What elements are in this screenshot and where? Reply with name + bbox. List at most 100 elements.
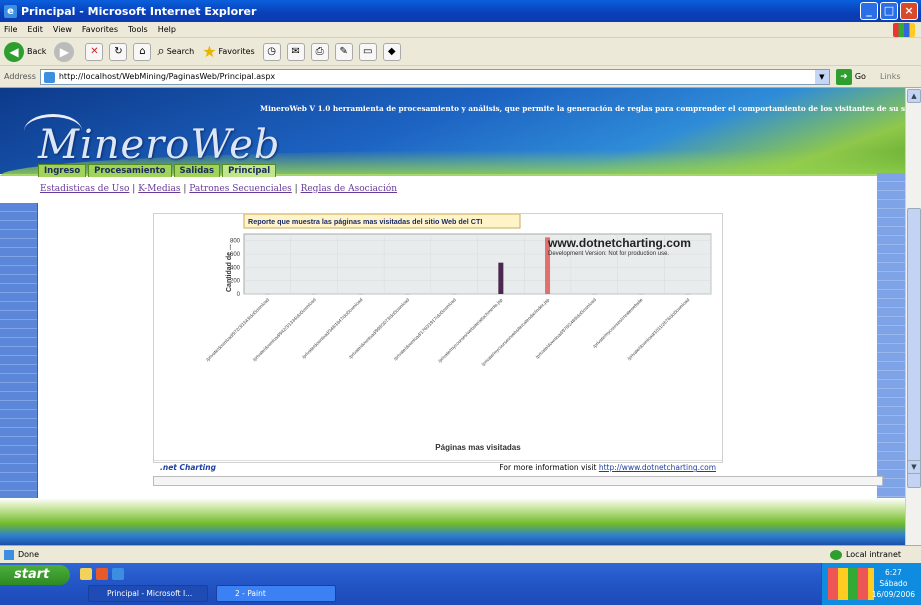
page-viewport: MineroWeb V 1.0 herramienta de procesami… (0, 88, 921, 545)
go-arrow-icon[interactable]: ➜ (835, 68, 852, 85)
tab-salidas[interactable]: Salidas (173, 164, 221, 177)
system-tray: 6:27 Sábado 16/09/2006 (821, 563, 921, 605)
favorites-button[interactable]: ★ Favorites (202, 42, 254, 61)
home-icon[interactable]: ⌂ (133, 42, 152, 61)
scroll-up-icon[interactable]: ▲ (907, 89, 921, 103)
left-decor-strip (0, 203, 38, 503)
taskbar-item-paint[interactable]: 2 - Paint (216, 585, 336, 602)
tab-principal[interactable]: Principal (222, 164, 277, 177)
search-icon: ⌕ (157, 44, 165, 59)
chart-watermark-sub: Development Version: Not for production … (548, 251, 669, 257)
link-separator: | (132, 184, 136, 194)
security-zone: Local intranet (829, 549, 901, 560)
forward-arrow-icon: ▶ (54, 41, 75, 62)
start-label: start (14, 567, 50, 582)
quicklaunch-media-icon[interactable] (96, 568, 108, 580)
link-separator: | (183, 184, 187, 194)
tray-clock[interactable]: 6:27 Sábado 16/09/2006 (872, 567, 915, 600)
x-axis-title: Páginas mas visitadas (435, 443, 521, 452)
tab-ingreso[interactable]: Ingreso (38, 164, 87, 177)
standard-toolbar: ◀ Back ▶ ✕ ↻ ⌂ ⌕ Search ★ Favorites ◷ ✉ … (0, 38, 921, 66)
y-tick-label: 800 (230, 239, 241, 245)
print-icon[interactable]: ⎙ (310, 42, 329, 61)
footer-banner (0, 498, 905, 545)
bar (451, 293, 457, 295)
messenger-icon[interactable]: ◆ (382, 42, 401, 61)
sub-navigation: Estadisticas de Uso | K-Medias | Patrone… (40, 184, 397, 194)
menu-view[interactable]: View (53, 25, 72, 34)
y-tick-label: 0 (237, 292, 241, 298)
status-done: Done (4, 549, 40, 560)
chart-footer: .net Charting For more information visit… (154, 460, 722, 474)
page-done-icon (4, 549, 14, 560)
back-button[interactable]: ◀ Back (4, 41, 47, 62)
bar (404, 293, 410, 295)
zone-text: Local intranet (845, 550, 901, 559)
close-button[interactable]: × (900, 2, 918, 20)
scroll-down-icon[interactable]: ▼ (907, 460, 921, 474)
x-axis-labels: /private/download/972/3/1543/doDownload/… (205, 297, 691, 367)
favorites-label: Favorites (218, 47, 255, 56)
chart-frame: Reporte que muestra las páginas mas visi… (153, 213, 723, 472)
x-tick-label: /private/mycourses/createwebsite (592, 297, 644, 349)
status-bar: Done Local intranet (0, 545, 921, 563)
address-bar: Address http://localhost/WebMining/Pagin… (0, 66, 921, 88)
page-icon (43, 71, 55, 83)
window-title: Principal - Microsoft Internet Explorer (21, 4, 257, 18)
minimize-button[interactable]: _ (860, 2, 878, 20)
status-text: Done (18, 550, 40, 559)
address-dropdown-icon[interactable]: ▼ (814, 69, 829, 84)
address-input[interactable]: http://localhost/WebMining/PaginasWeb/Pr… (39, 68, 830, 85)
menu-edit[interactable]: Edit (27, 25, 43, 34)
intranet-icon (829, 549, 842, 560)
back-label: Back (27, 47, 47, 56)
start-button[interactable]: start (0, 565, 70, 585)
menu-file[interactable]: File (4, 25, 17, 34)
links-button[interactable]: Links (880, 72, 901, 81)
main-nav-tabs: Ingreso Procesamiento Salidas Principal (38, 164, 277, 177)
bar-chart: Reporte que muestra las páginas mas visi… (205, 214, 712, 452)
quick-launch (80, 568, 124, 580)
clock-day: Sábado (879, 579, 908, 588)
tray-icons[interactable] (828, 568, 874, 600)
logo-swoosh-icon (24, 114, 82, 148)
search-label: Search (166, 47, 195, 56)
go-button[interactable]: Go (855, 72, 866, 81)
maximize-button[interactable]: □ (880, 2, 898, 20)
menu-tools[interactable]: Tools (128, 25, 148, 34)
horizontal-scrollbar[interactable] (153, 476, 883, 486)
bar (638, 293, 644, 295)
address-url: http://localhost/WebMining/PaginasWeb/Pr… (58, 71, 276, 81)
quicklaunch-desktop-icon[interactable] (80, 568, 92, 580)
link-estadisticas[interactable]: Estadisticas de Uso (40, 184, 129, 194)
vertical-scrollbar[interactable]: ▲ ▼ (905, 88, 921, 545)
mail-icon[interactable]: ✉ (286, 42, 305, 61)
search-button[interactable]: ⌕ Search (157, 44, 194, 59)
menu-bar: File Edit View Favorites Tools Help (0, 22, 921, 38)
link-kmedias[interactable]: K-Medias (138, 184, 180, 194)
windows-logo-icon (893, 23, 915, 37)
menu-favorites[interactable]: Favorites (82, 25, 118, 34)
windows-taskbar: start Principal - Microsoft I... 2 - Pai… (0, 563, 921, 605)
tab-procesamiento[interactable]: Procesamiento (88, 164, 172, 177)
folder-icon[interactable]: ▭ (358, 42, 377, 61)
stop-icon[interactable]: ✕ (85, 42, 104, 61)
chart-more-info: For more information visit http://www.do… (499, 463, 716, 472)
site-logo: MineroWeb (24, 114, 281, 168)
window-title-bar: e Principal - Microsoft Internet Explore… (0, 0, 921, 22)
ie-icon: e (4, 4, 17, 18)
dotnetcharting-brand[interactable]: .net Charting (160, 463, 216, 472)
quicklaunch-ie-icon[interactable] (112, 568, 124, 580)
forward-button[interactable]: ▶ (54, 41, 77, 62)
edit-icon[interactable]: ✎ (334, 42, 353, 61)
link-patrones[interactable]: Patrones Secuenciales (189, 184, 292, 194)
history-icon[interactable]: ◷ (262, 42, 281, 61)
address-label: Address (4, 72, 36, 81)
chart-title: Reporte que muestra las páginas mas visi… (248, 217, 482, 226)
link-reglas[interactable]: Reglas de Asociación (301, 184, 398, 194)
more-info-link[interactable]: http://www.dotnetcharting.com (599, 463, 716, 472)
menu-help[interactable]: Help (158, 25, 176, 34)
refresh-icon[interactable]: ↻ (109, 42, 128, 61)
taskbar-item-ie[interactable]: Principal - Microsoft I... (88, 585, 208, 602)
scroll-thumb[interactable] (907, 208, 921, 488)
